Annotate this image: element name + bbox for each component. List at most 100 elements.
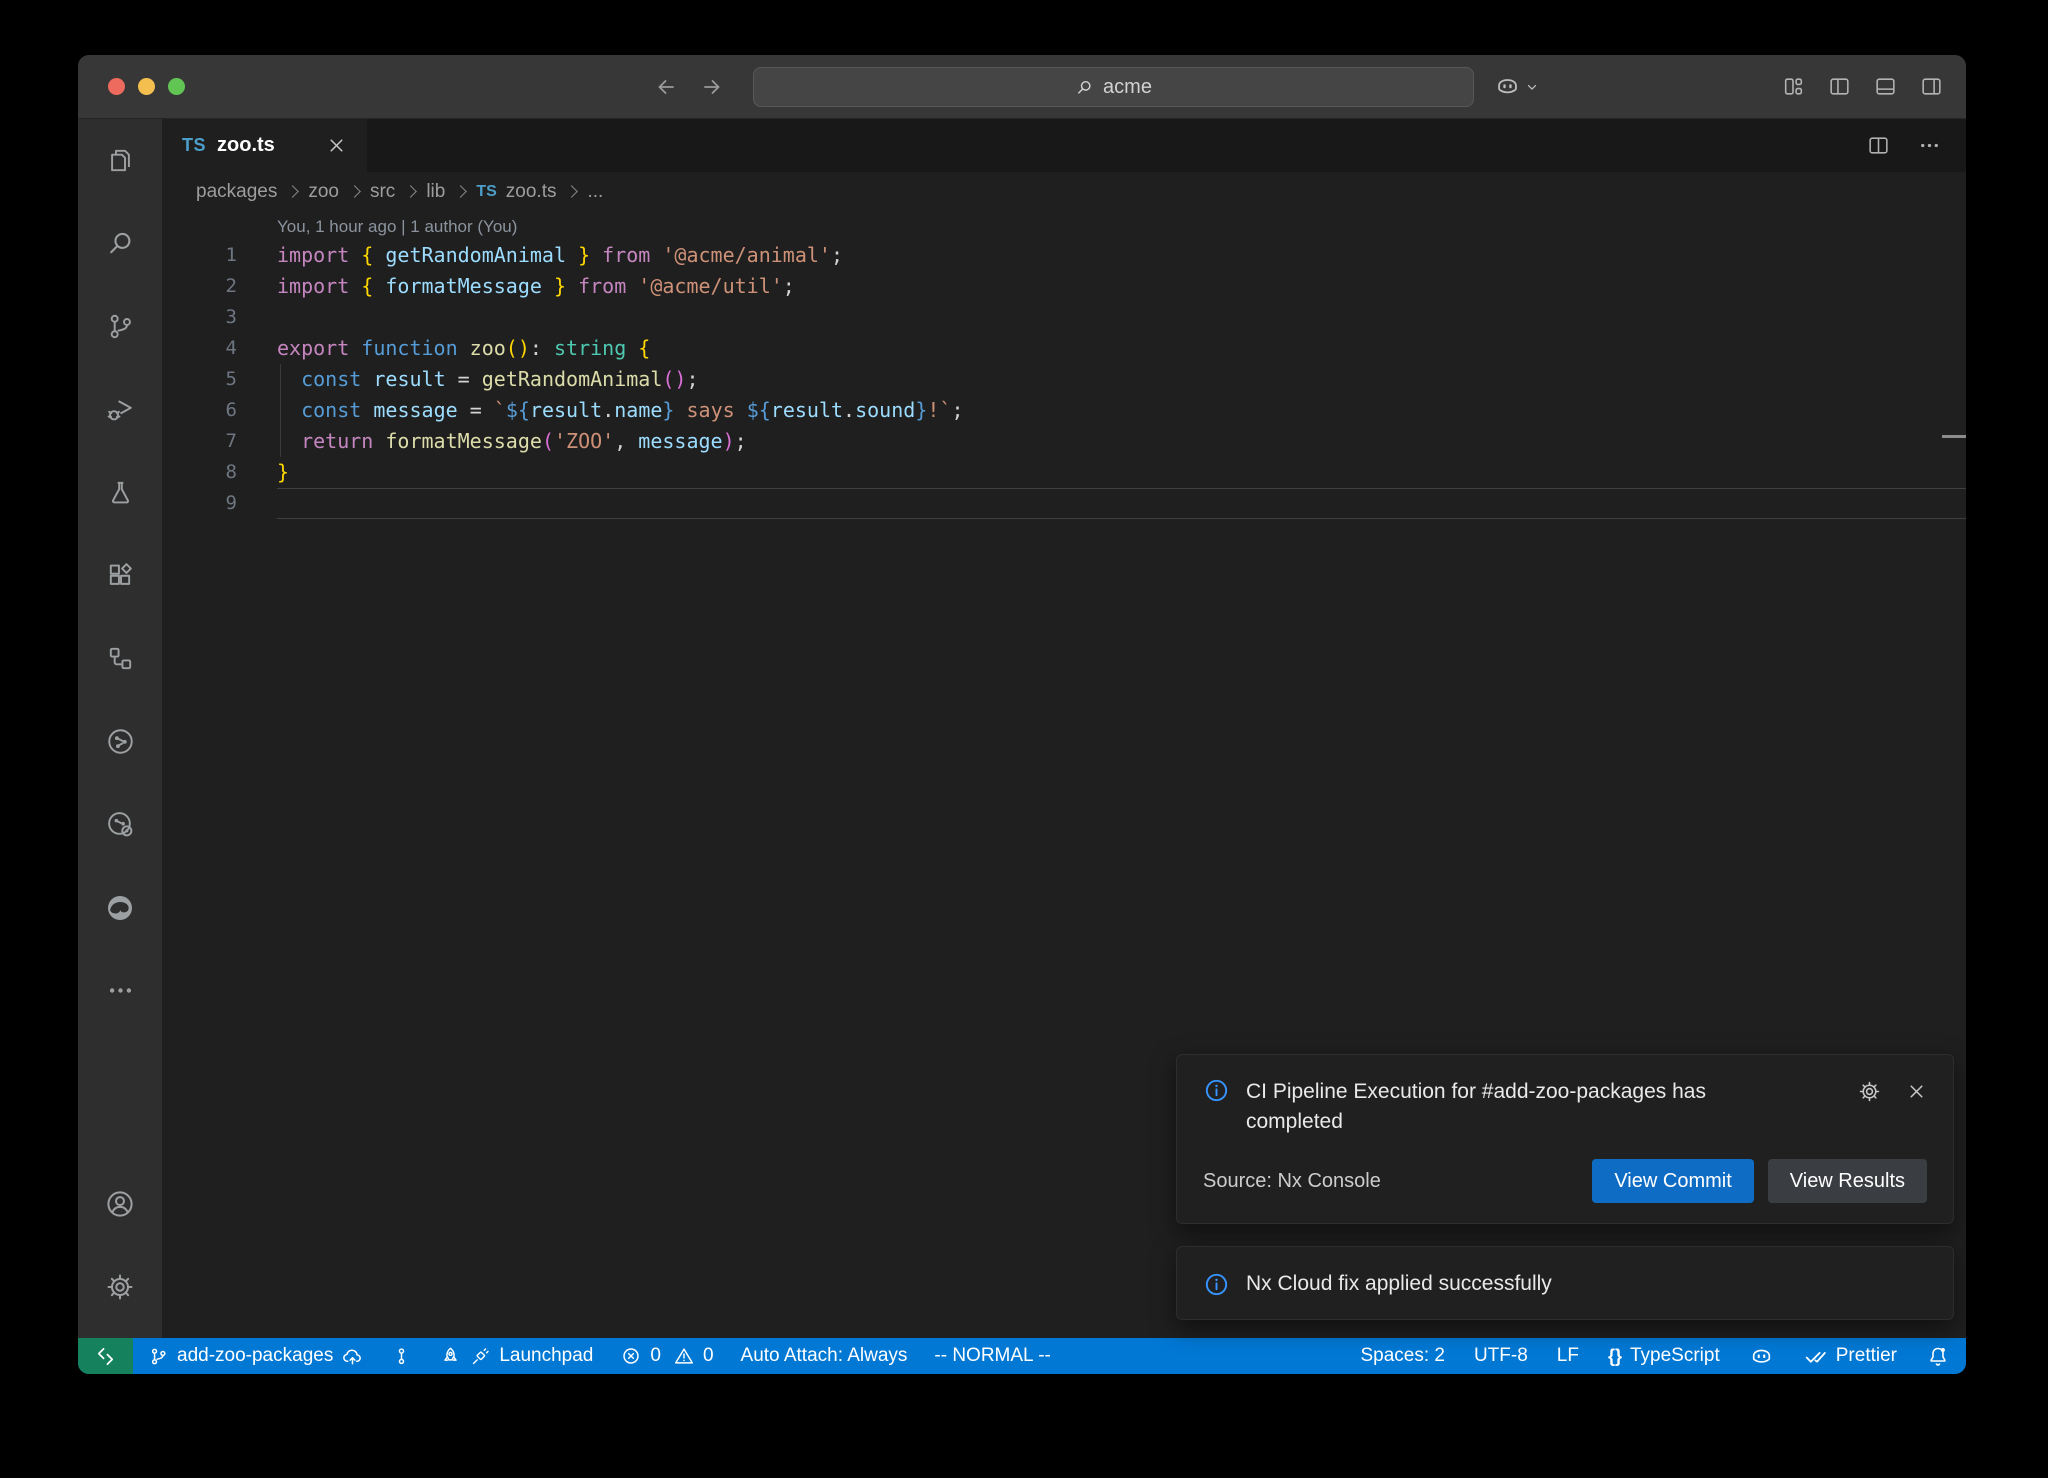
sidebar-item-source-control[interactable] — [78, 285, 162, 368]
toggle-secondary-sidebar-icon[interactable] — [1919, 74, 1944, 99]
chevron-down-icon[interactable] — [1525, 80, 1539, 94]
line-number: 4 — [162, 333, 277, 364]
breadcrumb-item[interactable]: TSzoo.ts — [476, 181, 556, 203]
sidebar-item-graph-search[interactable] — [78, 783, 162, 866]
breadcrumb-item[interactable]: packages — [196, 181, 277, 203]
warning-count: 0 — [703, 1345, 714, 1367]
minimize-window-button[interactable] — [138, 78, 155, 95]
customize-layout-icon[interactable] — [1781, 74, 1806, 99]
breadcrumb-item[interactable]: zoo — [308, 181, 339, 203]
tab-zoo-ts[interactable]: TS zoo.ts — [162, 119, 367, 172]
encoding-status-item[interactable]: UTF-8 — [1474, 1345, 1528, 1367]
commit-status-item[interactable] — [391, 1346, 412, 1367]
sidebar-item-more-views[interactable] — [78, 949, 162, 1032]
copilot-status-item[interactable] — [1749, 1344, 1774, 1369]
view-commit-button[interactable]: View Commit — [1592, 1159, 1753, 1203]
more-actions-icon[interactable] — [1917, 133, 1942, 158]
code-line[interactable]: 7 return formatMessage('ZOO', message); — [162, 426, 1966, 457]
code-line[interactable]: 4export function zoo(): string { — [162, 333, 1966, 364]
line-number: 3 — [162, 302, 277, 333]
sidebar-item-explorer[interactable] — [78, 119, 162, 202]
forward-arrow-icon[interactable] — [700, 75, 724, 99]
branch-name: add-zoo-packages — [177, 1345, 333, 1367]
breadcrumb-item[interactable]: src — [370, 181, 395, 203]
status-bar: add-zoo-packages Launchpad — [78, 1338, 1966, 1374]
close-window-button[interactable] — [108, 78, 125, 95]
sidebar-item-run-debug[interactable] — [78, 368, 162, 451]
remote-indicator[interactable] — [78, 1338, 133, 1374]
auto-attach-status-item[interactable]: Auto Attach: Always — [741, 1345, 908, 1367]
code-line[interactable]: 6 const message = `${result.name} says $… — [162, 395, 1966, 426]
chevron-right-icon — [348, 185, 361, 198]
title-bar: acme — [78, 55, 1966, 119]
git-branch-icon — [105, 311, 136, 342]
line-number: 8 — [162, 457, 277, 488]
language-label: TypeScript — [1630, 1345, 1720, 1367]
code-line[interactable]: 2import { formatMessage } from '@acme/ut… — [162, 271, 1966, 302]
language-status-item[interactable]: {} TypeScript — [1608, 1345, 1720, 1367]
info-icon — [1203, 1271, 1230, 1298]
sidebar-item-edge-browser[interactable] — [78, 866, 162, 949]
settings-button[interactable] — [78, 1245, 162, 1328]
copilot-icon[interactable] — [1494, 73, 1521, 100]
account-button[interactable] — [78, 1162, 162, 1245]
gear-icon — [104, 1271, 136, 1303]
code-line[interactable]: 9 — [162, 488, 1966, 519]
graph-search-icon — [105, 809, 136, 840]
copilot-icon — [1749, 1344, 1774, 1369]
notification-close-icon[interactable] — [1906, 1081, 1927, 1102]
beaker-icon — [105, 477, 136, 508]
window-controls — [108, 55, 185, 118]
overview-ruler-mark — [1942, 435, 1966, 438]
error-count: 0 — [650, 1345, 661, 1367]
eol-status-item[interactable]: LF — [1557, 1345, 1579, 1367]
tab-bar: TS zoo.ts — [162, 119, 1966, 172]
formatter-status-item[interactable]: Prettier — [1803, 1344, 1897, 1369]
branch-status-item[interactable]: add-zoo-packages — [148, 1345, 364, 1368]
sidebar-item-testing[interactable] — [78, 451, 162, 534]
close-tab-icon[interactable] — [326, 135, 347, 156]
typescript-file-icon: TS — [476, 183, 496, 201]
notifications-bell[interactable] — [1926, 1344, 1950, 1368]
code-line[interactable]: 8} — [162, 457, 1966, 488]
code-line[interactable]: 5 const result = getRandomAnimal(); — [162, 364, 1966, 395]
search-value: acme — [1103, 76, 1152, 99]
toggle-primary-sidebar-icon[interactable] — [1827, 74, 1852, 99]
chevron-right-icon — [454, 185, 467, 198]
view-results-button[interactable]: View Results — [1768, 1159, 1927, 1203]
notification-toasts: CI Pipeline Execution for #add-zoo-packa… — [1176, 1054, 1954, 1320]
command-center-search[interactable]: acme — [753, 67, 1474, 107]
zoom-window-button[interactable] — [168, 78, 185, 95]
sidebar-item-nx-console[interactable] — [78, 617, 162, 700]
problems-status-item[interactable]: 0 0 — [620, 1345, 713, 1367]
notification-settings-gear-icon[interactable] — [1857, 1079, 1882, 1104]
info-icon — [1203, 1077, 1230, 1104]
sidebar-item-search[interactable] — [78, 202, 162, 285]
notification-source: Source: Nx Console — [1203, 1170, 1381, 1193]
chevron-right-icon — [566, 185, 579, 198]
breadcrumb[interactable]: packages zoo src lib TSzoo.ts... — [162, 172, 1966, 211]
sidebar-item-graph[interactable] — [78, 700, 162, 783]
breadcrumb-item[interactable]: lib — [426, 181, 445, 203]
typescript-file-icon: TS — [182, 135, 206, 156]
breadcrumb-item[interactable]: ... — [587, 181, 603, 203]
screen: acme — [0, 0, 2048, 1478]
double-check-icon — [1803, 1344, 1828, 1369]
toggle-panel-icon[interactable] — [1873, 74, 1898, 99]
launchpad-status-item[interactable]: Launchpad — [439, 1345, 593, 1368]
code-line[interactable]: 1import { getRandomAnimal } from '@acme/… — [162, 240, 1966, 271]
line-number: 7 — [162, 426, 277, 457]
sidebar-item-extensions[interactable] — [78, 534, 162, 617]
plug-icon — [470, 1346, 491, 1367]
code-line[interactable]: 3 — [162, 302, 1966, 333]
vim-mode-status-item[interactable]: -- NORMAL -- — [934, 1345, 1050, 1367]
notification-nx-cloud-fix: Nx Cloud fix applied successfully — [1176, 1246, 1954, 1320]
notification-message: Nx Cloud fix applied successfully — [1246, 1269, 1552, 1299]
back-arrow-icon[interactable] — [654, 75, 678, 99]
vscode-window: acme — [78, 55, 1966, 1374]
line-number: 9 — [162, 488, 277, 519]
chevron-right-icon — [404, 185, 417, 198]
indentation-status-item[interactable]: Spaces: 2 — [1360, 1345, 1445, 1367]
warning-icon — [673, 1345, 695, 1367]
split-editor-icon[interactable] — [1866, 133, 1891, 158]
